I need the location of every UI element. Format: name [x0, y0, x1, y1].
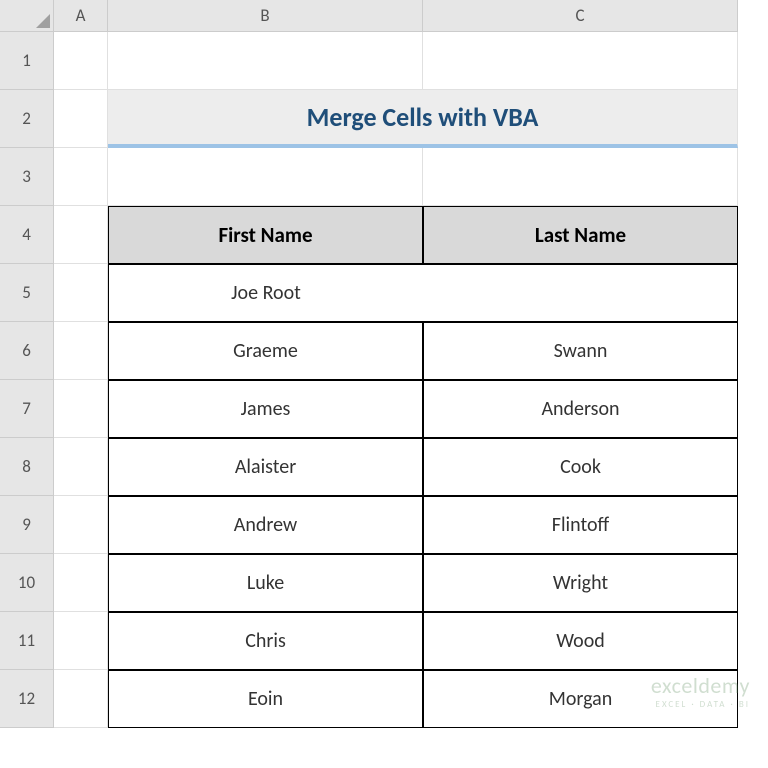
col-header-c[interactable]: C [423, 0, 738, 32]
row-header-10[interactable]: 10 [0, 554, 54, 612]
cell-a8[interactable] [54, 438, 108, 496]
cell-a12[interactable] [54, 670, 108, 728]
select-all-corner[interactable] [0, 0, 54, 32]
row-header-4[interactable]: 4 [0, 206, 54, 264]
spreadsheet-grid[interactable]: A B C 1 2 Merge Cells with VBA 3 4 First… [0, 0, 768, 728]
table-header-first-name[interactable]: First Name [108, 206, 423, 264]
col-header-b[interactable]: B [108, 0, 423, 32]
cell-a2[interactable] [54, 90, 108, 148]
cell-c12[interactable]: Morgan [423, 670, 738, 728]
cell-a10[interactable] [54, 554, 108, 612]
row-header-7[interactable]: 7 [0, 380, 54, 438]
cell-c9[interactable]: Flintoff [423, 496, 738, 554]
row-header-1[interactable]: 1 [0, 32, 54, 90]
row-header-3[interactable]: 3 [0, 148, 54, 206]
cell-a11[interactable] [54, 612, 108, 670]
cell-a9[interactable] [54, 496, 108, 554]
cell-a3[interactable] [54, 148, 108, 206]
cell-b3[interactable] [108, 148, 423, 206]
cell-b9[interactable]: Andrew [108, 496, 423, 554]
col-header-a[interactable]: A [54, 0, 108, 32]
cell-b5-merged[interactable]: Joe Root [108, 264, 738, 322]
cell-a7[interactable] [54, 380, 108, 438]
cell-a6[interactable] [54, 322, 108, 380]
cell-c1[interactable] [423, 32, 738, 90]
cell-c7[interactable]: Anderson [423, 380, 738, 438]
cell-a1[interactable] [54, 32, 108, 90]
row-header-9[interactable]: 9 [0, 496, 54, 554]
cell-a4[interactable] [54, 206, 108, 264]
cell-b12[interactable]: Eoin [108, 670, 423, 728]
merged-value: Joe Root [109, 265, 423, 321]
cell-c8[interactable]: Cook [423, 438, 738, 496]
cell-c6[interactable]: Swann [423, 322, 738, 380]
cell-b11[interactable]: Chris [108, 612, 423, 670]
cell-b8[interactable]: Alaister [108, 438, 423, 496]
cell-b7[interactable]: James [108, 380, 423, 438]
cell-b10[interactable]: Luke [108, 554, 423, 612]
table-header-last-name[interactable]: Last Name [423, 206, 738, 264]
row-header-12[interactable]: 12 [0, 670, 54, 728]
title-cell[interactable]: Merge Cells with VBA [108, 90, 738, 148]
row-header-8[interactable]: 8 [0, 438, 54, 496]
row-header-11[interactable]: 11 [0, 612, 54, 670]
cell-a5[interactable] [54, 264, 108, 322]
row-header-2[interactable]: 2 [0, 90, 54, 148]
row-header-5[interactable]: 5 [0, 264, 54, 322]
cell-b6[interactable]: Graeme [108, 322, 423, 380]
row-header-6[interactable]: 6 [0, 322, 54, 380]
cell-b1[interactable] [108, 32, 423, 90]
cell-c11[interactable]: Wood [423, 612, 738, 670]
cell-c10[interactable]: Wright [423, 554, 738, 612]
cell-c3[interactable] [423, 148, 738, 206]
